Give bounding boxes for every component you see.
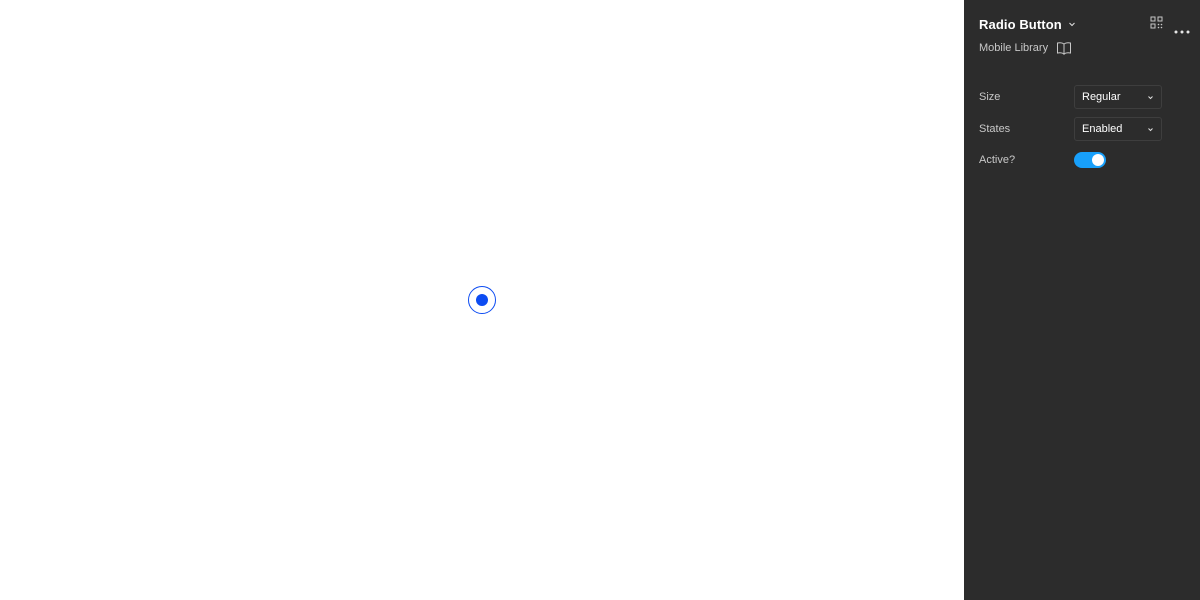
states-select[interactable]: Enabled bbox=[1074, 117, 1162, 141]
property-active: Active? bbox=[979, 148, 1185, 172]
design-canvas[interactable] bbox=[0, 0, 964, 600]
property-size: Size Regular bbox=[979, 85, 1185, 109]
property-label: States bbox=[979, 123, 1011, 135]
properties-panel: Radio Button Mobile Library Size Regular… bbox=[964, 0, 1200, 600]
chevron-down-icon bbox=[1147, 126, 1154, 133]
radio-selected-dot bbox=[476, 294, 488, 306]
toggle-knob bbox=[1092, 154, 1104, 166]
chevron-down-icon bbox=[1147, 94, 1154, 101]
more-horizontal-icon[interactable] bbox=[1174, 21, 1190, 34]
book-icon[interactable] bbox=[1056, 41, 1072, 56]
radio-button-instance[interactable] bbox=[468, 286, 496, 314]
size-select[interactable]: Regular bbox=[1074, 85, 1162, 109]
library-name: Mobile Library bbox=[979, 42, 1049, 54]
header-actions bbox=[1150, 16, 1190, 34]
component-header[interactable]: Radio Button bbox=[979, 15, 1076, 33]
select-value: Regular bbox=[1082, 91, 1121, 103]
select-value: Enabled bbox=[1082, 123, 1123, 135]
active-toggle[interactable] bbox=[1074, 152, 1106, 168]
property-states: States Enabled bbox=[979, 117, 1185, 141]
component-title: Radio Button bbox=[979, 16, 1062, 32]
property-label: Size bbox=[979, 91, 1001, 103]
library-row: Mobile Library bbox=[979, 40, 1072, 56]
component-grid-icon[interactable] bbox=[1150, 16, 1164, 30]
property-label: Active? bbox=[979, 154, 1016, 166]
chevron-down-icon bbox=[1068, 20, 1076, 28]
